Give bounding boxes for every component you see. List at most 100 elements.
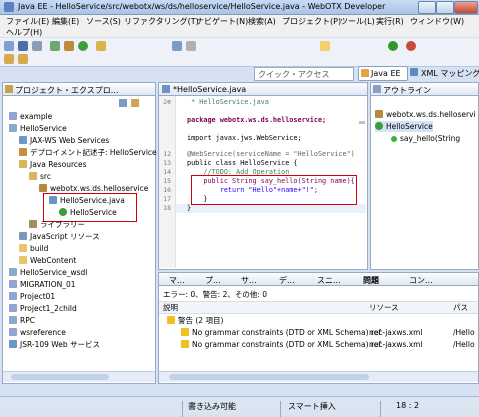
warning-icon (167, 316, 175, 324)
code-line[interactable]: package webotx.ws.ds.helloservice; (187, 116, 326, 125)
tab-markers[interactable]: マ... (169, 275, 185, 286)
editor-tab-title[interactable]: *HelloService.java (173, 85, 246, 94)
tree-item-javascript[interactable]: JavaScript リソース (19, 231, 100, 242)
explorer-hscrollbar[interactable] (3, 371, 155, 382)
col-resource[interactable]: リソース (369, 302, 399, 313)
debug-icon[interactable] (64, 41, 74, 51)
tab-data[interactable]: デ... (279, 275, 295, 286)
run-icon[interactable] (78, 41, 88, 51)
tree-item-project1-2child[interactable]: Project1_2child (9, 303, 77, 314)
open-type-icon[interactable] (172, 41, 182, 51)
server-icon[interactable] (50, 41, 60, 51)
close-button[interactable] (454, 1, 478, 14)
perspective-xml-mapping[interactable]: XML マッピング (410, 66, 479, 79)
col-description[interactable]: 説明 (163, 302, 178, 313)
problems-hscrollbar[interactable] (159, 371, 478, 382)
source-folder-icon (29, 172, 37, 180)
problem-resource: nec-jaxws.xml (369, 328, 423, 337)
scroll-thumb[interactable] (169, 374, 369, 380)
line-number: 16 (163, 186, 171, 194)
tree-item-helloservice-wsdl[interactable]: HelloService_wsdl (9, 267, 87, 278)
tab-servers[interactable]: サ... (241, 275, 257, 286)
xml-mapping-icon (410, 68, 418, 76)
col-path[interactable]: パス (453, 302, 468, 313)
tree-item-rpc[interactable]: RPC (9, 315, 35, 326)
code-line[interactable]: * HelloService.java (187, 98, 269, 107)
quick-access-field[interactable]: クイック・アクセス (254, 67, 354, 81)
search-icon[interactable] (186, 41, 196, 51)
tree-item-build[interactable]: build (19, 243, 48, 254)
warning-group[interactable]: 警告 (2 項目) (167, 315, 223, 326)
code-line[interactable]: @WebService(serviceName = "HelloService"… (187, 150, 355, 159)
toggle-mark-icon[interactable] (320, 41, 330, 51)
app-icon (4, 2, 14, 12)
forward-icon[interactable] (18, 54, 28, 64)
line-number: 2⊕ (163, 98, 171, 106)
tab-console[interactable]: コン... (409, 275, 433, 286)
code-line[interactable]: public class HelloService { (187, 159, 298, 168)
tree-item-wsreference[interactable]: wsreference (9, 327, 66, 338)
tree-item-java-resources[interactable]: Java Resources (19, 159, 87, 170)
explorer-tab-title[interactable]: プロジェクト・エクスプロ... (15, 85, 118, 96)
tab-problems[interactable]: 問題 (363, 275, 379, 286)
code-line[interactable]: } (187, 204, 191, 213)
outline-item-package[interactable]: webotx.ws.ds.helloservi (375, 109, 476, 120)
code-line[interactable]: import javax.jws.WebService; (187, 134, 302, 143)
project-icon (9, 124, 17, 132)
tree-item-example[interactable]: example (9, 111, 52, 122)
tree-item-helloservice[interactable]: HelloService (9, 123, 67, 134)
main-toolbar: クイック・アクセス Java EE XML マッピング (0, 38, 479, 81)
menu-project[interactable]: プロジェクト(P) (282, 16, 341, 27)
project-icon (9, 328, 17, 336)
menu-search[interactable]: 検索(A) (248, 16, 276, 27)
problem-row[interactable]: No grammar constraints (DTD or XML Schem… (181, 327, 381, 338)
link-editor-icon[interactable] (131, 99, 139, 107)
maximize-button[interactable] (436, 1, 454, 14)
menu-source[interactable]: ソース(S) (86, 16, 121, 27)
external-tools-icon[interactable] (406, 41, 416, 51)
project-icon (9, 268, 17, 276)
menu-help[interactable]: ヘルプ(H) (6, 27, 42, 38)
java-resources-icon (19, 160, 27, 168)
scroll-thumb[interactable] (11, 374, 109, 380)
menu-run[interactable]: 実行(R) (376, 16, 404, 27)
java-ee-label: Java EE (371, 69, 401, 78)
collapse-all-icon[interactable] (119, 99, 127, 107)
tab-snippets[interactable]: スニ... (317, 275, 341, 286)
menu-file[interactable]: ファイル(E) (6, 16, 49, 27)
problem-row[interactable]: No grammar constraints (DTD or XML Schem… (181, 339, 381, 350)
tree-item-migration[interactable]: MIGRATION_01 (9, 279, 76, 290)
tab-properties[interactable]: プ... (205, 275, 221, 286)
save-icon[interactable] (18, 41, 28, 51)
menu-edit[interactable]: 編集(E) (52, 16, 79, 27)
outline-item-class[interactable]: HelloService (375, 121, 433, 132)
menu-tools[interactable]: ツール(L) (340, 16, 375, 27)
javascript-icon (19, 232, 27, 240)
quick-access-placeholder: クイック・アクセス (258, 70, 330, 79)
tree-item-jsr109[interactable]: JSR-109 Web サービス (9, 339, 100, 350)
minimize-button[interactable] (418, 1, 436, 14)
problems-table-header: 説明 リソース パス (159, 301, 478, 314)
print-icon[interactable] (32, 41, 42, 51)
tree-item-deployment-descriptor[interactable]: デプロイメント記述子: HelloService (19, 147, 157, 158)
wizard-icon[interactable] (96, 41, 106, 51)
outline-item-method[interactable]: say_hello(String (391, 133, 460, 144)
editor-tab-header: *HelloService.java (159, 83, 367, 96)
outline-tab-title[interactable]: アウトライン (383, 85, 431, 96)
menu-navigate[interactable]: ナビゲート(N) (196, 16, 248, 27)
problems-view: マ... プ... サ... デ... スニ... 問題 コン... エラー: … (158, 272, 479, 384)
tree-item-project01[interactable]: Project01 (9, 291, 55, 302)
menu-window[interactable]: ウィンドウ(W) (410, 16, 464, 27)
tree-item-jaxws[interactable]: JAX-WS Web Services (19, 135, 109, 146)
tree-item-src[interactable]: src (29, 171, 51, 182)
new-icon[interactable] (4, 41, 14, 51)
project-icon (9, 316, 17, 324)
perspective-java-ee[interactable]: Java EE (358, 66, 408, 81)
line-number: 17 (163, 195, 171, 203)
class-icon (375, 122, 383, 130)
run-toolbar-icon[interactable] (388, 41, 398, 51)
back-icon[interactable] (4, 54, 14, 64)
tree-item-libraries[interactable]: ライブラリー (29, 219, 85, 230)
tree-item-webcontent[interactable]: WebContent (19, 255, 76, 266)
menu-refactor[interactable]: リファクタリング(T) (124, 16, 199, 27)
